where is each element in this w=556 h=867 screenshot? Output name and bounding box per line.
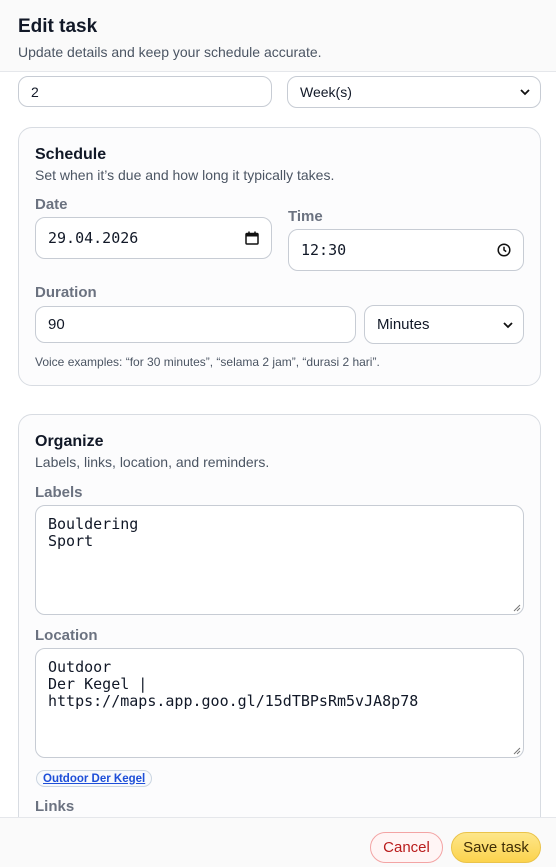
form-scroll-area[interactable]: 2 Week(s) Schedule Set when it’s due and… [0,72,556,817]
duration-unit-select[interactable]: Minutes [364,305,524,344]
organize-title: Organize [35,433,104,450]
date-value: 29.04.2026 [48,229,139,247]
labels-textarea[interactable]: Bouldering Sport [35,505,524,615]
schedule-card: Schedule Set when it’s due and how long … [18,127,541,386]
repeat-interval-value: 2 [31,83,39,100]
repeat-interval-input[interactable]: 2 [18,76,272,107]
organize-subtitle: Labels, links, location, and reminders. [35,454,270,470]
page-subtitle: Update details and keep your schedule ac… [18,44,322,60]
labels-label: Labels [35,484,83,501]
dialog-header: Edit task Update details and keep your s… [0,0,556,72]
labels-value: Bouldering Sport [48,515,139,550]
page-title: Edit task [18,16,98,37]
duration-label: Duration [35,284,97,301]
resize-grip-icon[interactable] [511,745,521,755]
repeat-unit-value: Week(s) [300,84,352,100]
time-value: 12:30 [301,241,347,259]
clock-icon[interactable] [497,243,511,257]
location-link-chip[interactable]: Outdoor Der Kegel [36,770,153,787]
voice-examples-hint: Voice examples: “for 30 minutes”, “selam… [35,355,380,369]
date-label: Date [35,196,68,213]
save-task-button[interactable]: Save task [451,832,541,863]
location-textarea[interactable]: Outdoor Der Kegel | https://maps.app.goo… [35,648,524,758]
chevron-down-icon [520,89,530,96]
time-input[interactable]: 12:30 [288,229,524,271]
schedule-title: Schedule [35,146,107,163]
duration-input[interactable]: 90 [35,306,356,343]
duration-unit-value: Minutes [377,316,430,333]
cancel-button[interactable]: Cancel [370,832,443,863]
links-label: Links [35,798,75,815]
duration-value: 90 [48,316,65,333]
date-input[interactable]: 29.04.2026 [35,217,272,259]
resize-grip-icon[interactable] [511,602,521,612]
repeat-unit-select[interactable]: Week(s) [287,76,541,108]
calendar-icon[interactable] [245,231,259,245]
location-value: Outdoor Der Kegel | https://maps.app.goo… [48,658,419,710]
time-label: Time [288,208,323,225]
chevron-down-icon [503,321,513,328]
location-label: Location [35,627,98,644]
organize-card: Organize Labels, links, location, and re… [18,414,541,817]
schedule-subtitle: Set when it’s due and how long it typica… [35,167,335,183]
dialog-footer: Cancel Save task [0,817,556,867]
